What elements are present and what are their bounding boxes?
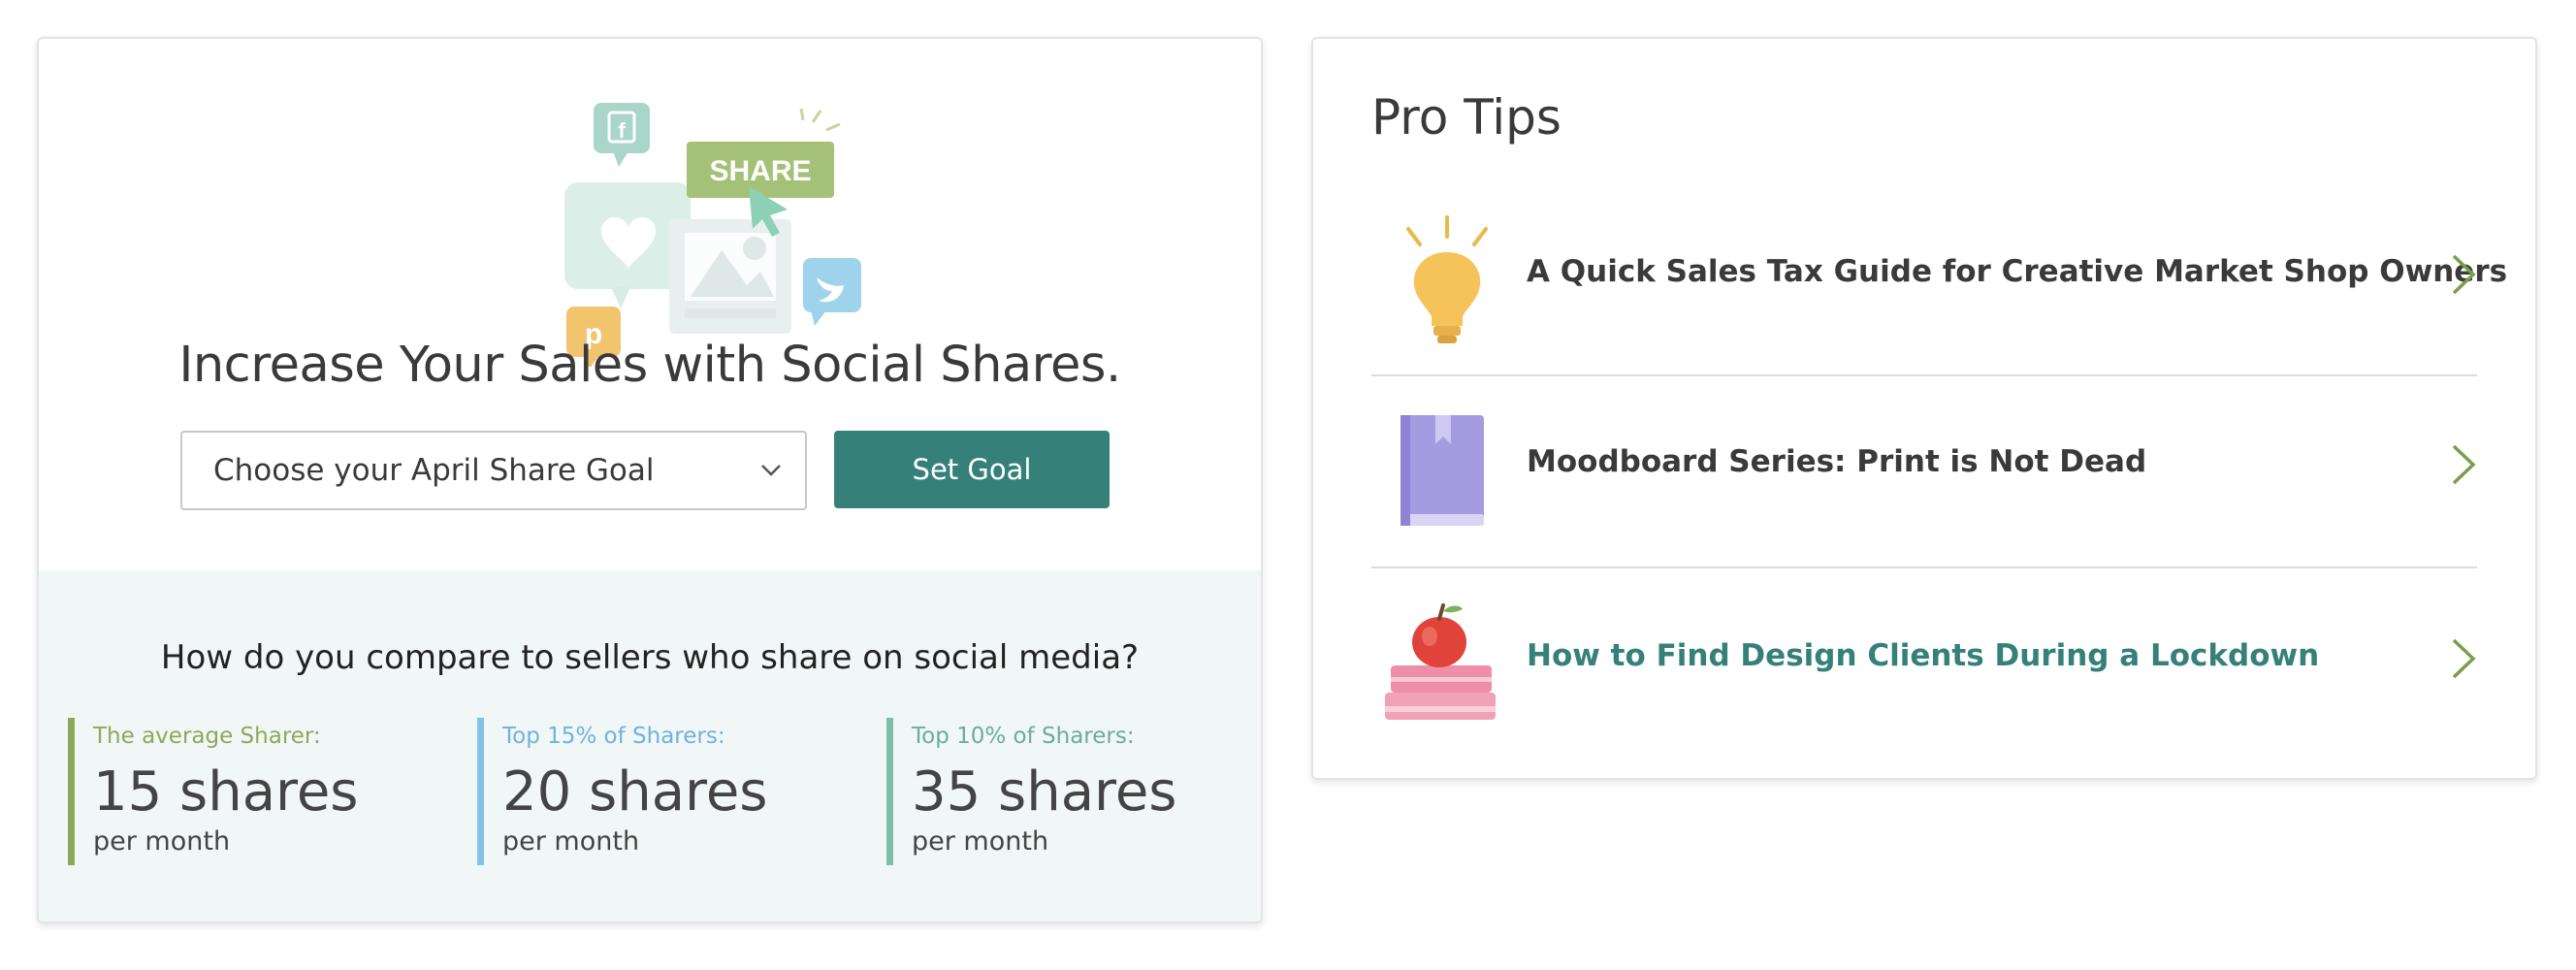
share-badge-text: SHARE xyxy=(709,155,811,187)
chevron-down-icon xyxy=(761,465,781,476)
chevron-right-icon xyxy=(2452,638,2476,679)
pro-tip-item[interactable]: How to Find Design Clients During a Lock… xyxy=(1371,570,2477,760)
comparison-question: How do you compare to sellers who share … xyxy=(160,638,1140,677)
stat-label: Top 15% of Sharers: xyxy=(502,724,725,749)
stat-value: 20 shares xyxy=(502,760,768,824)
stat-accent-bar xyxy=(477,718,484,865)
chevron-right-icon xyxy=(2452,444,2476,485)
stat-unit: per month xyxy=(502,826,640,857)
pro-tips-card: Pro Tips A Quick Sales Tax Guide for Cre… xyxy=(1311,37,2537,780)
pro-tip-label: How to Find Design Clients During a Lock… xyxy=(1527,638,2320,673)
share-comparison-panel: How do you compare to sellers who share … xyxy=(39,570,1261,922)
stat-label: Top 10% of Sharers: xyxy=(912,724,1135,749)
divider xyxy=(1371,374,2477,376)
stat-accent-bar xyxy=(886,718,893,865)
stat-value: 15 shares xyxy=(93,760,359,824)
stat-accent-bar xyxy=(68,718,75,865)
pro-tip-label: A Quick Sales Tax Guide for Creative Mar… xyxy=(1527,254,2508,289)
stat-top-10-sharers: Top 10% of Sharers: 35 shares per month xyxy=(886,718,1255,865)
svg-text:f: f xyxy=(618,118,626,143)
social-share-illustration: f SHARE p xyxy=(564,103,861,367)
stat-unit: per month xyxy=(912,826,1049,857)
pro-tip-label: Moodboard Series: Print is Not Dead xyxy=(1527,444,2147,479)
pro-tip-item[interactable]: A Quick Sales Tax Guide for Creative Mar… xyxy=(1371,186,2507,376)
stat-label: The average Sharer: xyxy=(93,724,321,749)
pro-tips-title: Pro Tips xyxy=(1371,89,1562,146)
book-icon xyxy=(1401,415,1484,526)
apple-books-icon xyxy=(1385,603,1496,720)
set-goal-button[interactable]: Set Goal xyxy=(834,431,1110,508)
share-goal-header: f SHARE p Increase Your Sales with Socia… xyxy=(39,39,1261,570)
stat-top-15-sharers: Top 15% of Sharers: 20 shares per month xyxy=(477,718,865,865)
share-goal-dropdown-value: Choose your April Share Goal xyxy=(213,453,655,488)
share-card-title: Increase Your Sales with Social Shares. xyxy=(178,337,1121,394)
stat-value: 35 shares xyxy=(912,760,1177,824)
divider xyxy=(1371,566,2477,568)
stat-average-sharer: The average Sharer: 15 shares per month xyxy=(68,718,456,865)
stat-unit: per month xyxy=(93,826,231,857)
lightbulb-icon xyxy=(1406,215,1488,343)
share-goal-dropdown[interactable]: Choose your April Share Goal xyxy=(180,431,807,510)
chevron-right-icon xyxy=(2452,254,2476,295)
pro-tip-item[interactable]: Moodboard Series: Print is Not Dead xyxy=(1371,378,2477,568)
share-goal-card: f SHARE p Increase Your Sales with Socia… xyxy=(37,37,1263,923)
